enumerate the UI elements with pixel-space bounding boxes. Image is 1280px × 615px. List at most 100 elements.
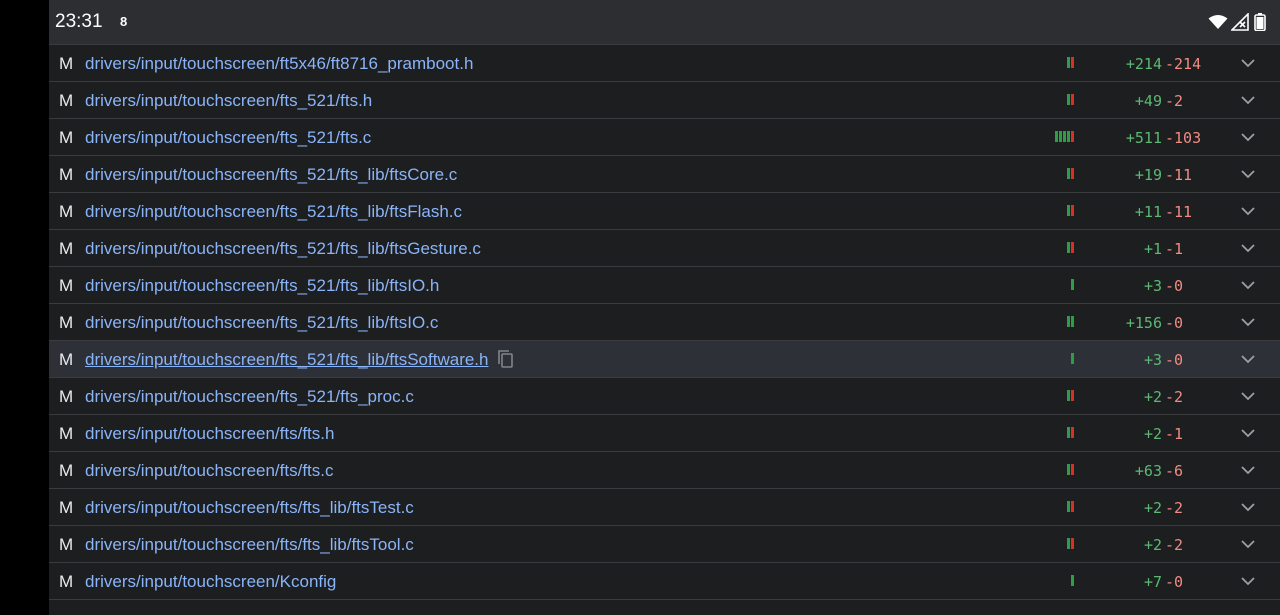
diff-bar-deleted-segment xyxy=(1071,242,1074,253)
file-path-link[interactable]: drivers/input/touchscreen/fts/fts.h xyxy=(85,424,334,444)
chevron-down-icon[interactable] xyxy=(1240,315,1256,329)
left-gutter xyxy=(0,0,49,615)
lines-added: +1 xyxy=(1143,240,1162,258)
lines-added: +2 xyxy=(1143,388,1162,406)
diff-stat-bar xyxy=(1071,353,1074,364)
chevron-down-icon[interactable] xyxy=(1240,537,1256,551)
diff-stat-bar xyxy=(1067,501,1074,512)
lines-added: +2 xyxy=(1143,536,1162,554)
diff-bar-added-segment xyxy=(1067,464,1070,475)
file-row[interactable]: M drivers/input/touchscreen/fts_521/fts_… xyxy=(49,230,1280,267)
chevron-down-icon[interactable] xyxy=(1240,574,1256,588)
file-path-link[interactable]: drivers/input/touchscreen/fts_521/fts_li… xyxy=(85,276,439,296)
chevron-down-icon[interactable] xyxy=(1240,500,1256,514)
lines-added: +3 xyxy=(1143,351,1162,369)
diff-bar-added-segment xyxy=(1059,131,1062,142)
file-status: M xyxy=(59,572,74,591)
file-path-link[interactable]: drivers/input/touchscreen/fts/fts_lib/ft… xyxy=(85,535,414,555)
file-path-link[interactable]: drivers/input/touchscreen/fts_521/fts_li… xyxy=(85,202,462,222)
chevron-down-icon[interactable] xyxy=(1240,278,1256,292)
diff-bar-added-segment xyxy=(1071,353,1074,364)
chevron-down-icon[interactable] xyxy=(1240,241,1256,255)
notification-icon: 8 xyxy=(120,14,128,29)
file-row[interactable]: M drivers/input/touchscreen/fts_521/fts_… xyxy=(49,341,1280,378)
diff-bar-added-segment xyxy=(1067,57,1070,68)
file-row[interactable]: M drivers/input/touchscreen/fts_521/fts_… xyxy=(49,267,1280,304)
file-path-link[interactable]: drivers/input/touchscreen/fts_521/fts.c xyxy=(85,128,371,148)
file-row[interactable]: M drivers/input/touchscreen/fts/fts_lib/… xyxy=(49,489,1280,526)
diff-stat-bar xyxy=(1067,205,1074,216)
lines-deleted: -103 xyxy=(1165,129,1202,147)
file-status: M xyxy=(59,54,74,73)
chevron-down-icon[interactable] xyxy=(1240,130,1256,144)
file-path-link[interactable]: drivers/input/touchscreen/fts_521/fts_pr… xyxy=(85,387,414,407)
file-row[interactable]: M drivers/input/touchscreen/Kconfig +7 -… xyxy=(49,563,1280,600)
file-path-link[interactable]: drivers/input/touchscreen/fts_521/fts_li… xyxy=(85,313,438,333)
diff-bar-deleted-segment xyxy=(1071,538,1074,549)
copy-icon[interactable] xyxy=(496,349,516,369)
file-path-link[interactable]: drivers/input/touchscreen/fts/fts.c xyxy=(85,461,334,481)
file-row[interactable]: M drivers/input/touchscreen/fts/fts_lib/… xyxy=(49,526,1280,563)
file-path-link[interactable]: drivers/input/touchscreen/fts/fts_lib/ft… xyxy=(85,498,414,518)
file-status: M xyxy=(59,165,74,184)
lines-deleted: -0 xyxy=(1165,314,1184,332)
file-row[interactable]: M drivers/input/touchscreen/fts/fts.h +2… xyxy=(49,415,1280,452)
chevron-down-icon[interactable] xyxy=(1240,204,1256,218)
chevron-down-icon[interactable] xyxy=(1240,463,1256,477)
diff-stat-bar xyxy=(1067,57,1074,68)
file-row[interactable]: M drivers/input/touchscreen/ft5x46/ft871… xyxy=(49,45,1280,82)
diff-bar-added-segment xyxy=(1067,131,1070,142)
file-path-link[interactable]: drivers/input/touchscreen/fts_521/fts_li… xyxy=(85,350,488,370)
file-row[interactable]: M drivers/input/touchscreen/fts_521/fts.… xyxy=(49,82,1280,119)
chevron-down-icon[interactable] xyxy=(1240,93,1256,107)
lines-deleted: -1 xyxy=(1165,240,1184,258)
lines-added: +11 xyxy=(1134,203,1162,221)
file-path-link[interactable]: drivers/input/touchscreen/fts_521/fts_li… xyxy=(85,239,481,259)
diff-bar-deleted-segment xyxy=(1071,464,1074,475)
diff-stat-bar xyxy=(1067,242,1074,253)
diff-bar-added-segment xyxy=(1067,538,1070,549)
file-row[interactable]: M drivers/input/touchscreen/fts_521/fts_… xyxy=(49,156,1280,193)
file-path-link[interactable]: drivers/input/touchscreen/fts_521/fts.h xyxy=(85,91,372,111)
lines-deleted: -11 xyxy=(1165,203,1193,221)
diff-bar-added-segment xyxy=(1067,242,1070,253)
file-path-link[interactable]: drivers/input/touchscreen/ft5x46/ft8716_… xyxy=(85,54,473,74)
diff-bar-deleted-segment xyxy=(1071,501,1074,512)
diff-stat-bar xyxy=(1067,168,1074,179)
chevron-down-icon[interactable] xyxy=(1240,352,1256,366)
file-row[interactable]: M drivers/input/touchscreen/fts_521/fts_… xyxy=(49,304,1280,341)
lines-added: +2 xyxy=(1143,499,1162,517)
chevron-down-icon[interactable] xyxy=(1240,56,1256,70)
lines-added: +63 xyxy=(1134,462,1162,480)
file-status: M xyxy=(59,239,74,258)
file-path-link[interactable]: drivers/input/touchscreen/fts_521/fts_li… xyxy=(85,165,457,185)
file-path-link[interactable]: drivers/input/touchscreen/Kconfig xyxy=(85,572,336,592)
diff-stat-bar xyxy=(1055,131,1074,142)
lines-added: +3 xyxy=(1143,277,1162,295)
diff-bar-deleted-segment xyxy=(1071,168,1074,179)
lines-added: +511 xyxy=(1125,129,1162,147)
lines-deleted: -0 xyxy=(1165,277,1184,295)
diff-bar-deleted-segment xyxy=(1071,94,1074,105)
diff-bar-added-segment xyxy=(1067,316,1070,327)
diff-bar-added-segment xyxy=(1071,279,1074,290)
status-icons xyxy=(1208,12,1266,32)
file-row[interactable]: M drivers/input/touchscreen/fts/fts.c +6… xyxy=(49,452,1280,489)
chevron-down-icon[interactable] xyxy=(1240,167,1256,181)
file-row[interactable]: M drivers/input/touchscreen/fts_521/fts_… xyxy=(49,378,1280,415)
file-status: M xyxy=(59,128,74,147)
diff-bar-added-segment xyxy=(1067,501,1070,512)
file-status: M xyxy=(59,313,74,332)
diff-bar-added-segment xyxy=(1071,575,1074,586)
lines-deleted: -0 xyxy=(1165,351,1184,369)
lines-deleted: -214 xyxy=(1165,55,1202,73)
diff-stat-bar xyxy=(1067,427,1074,438)
battery-icon xyxy=(1254,13,1266,31)
file-row[interactable]: M drivers/input/touchscreen/fts_521/fts.… xyxy=(49,119,1280,156)
chevron-down-icon[interactable] xyxy=(1240,426,1256,440)
chevron-down-icon[interactable] xyxy=(1240,389,1256,403)
file-status: M xyxy=(59,387,74,406)
file-row[interactable]: M drivers/input/touchscreen/fts_521/fts_… xyxy=(49,193,1280,230)
lines-added: +2 xyxy=(1143,425,1162,443)
lines-deleted: -1 xyxy=(1165,425,1184,443)
